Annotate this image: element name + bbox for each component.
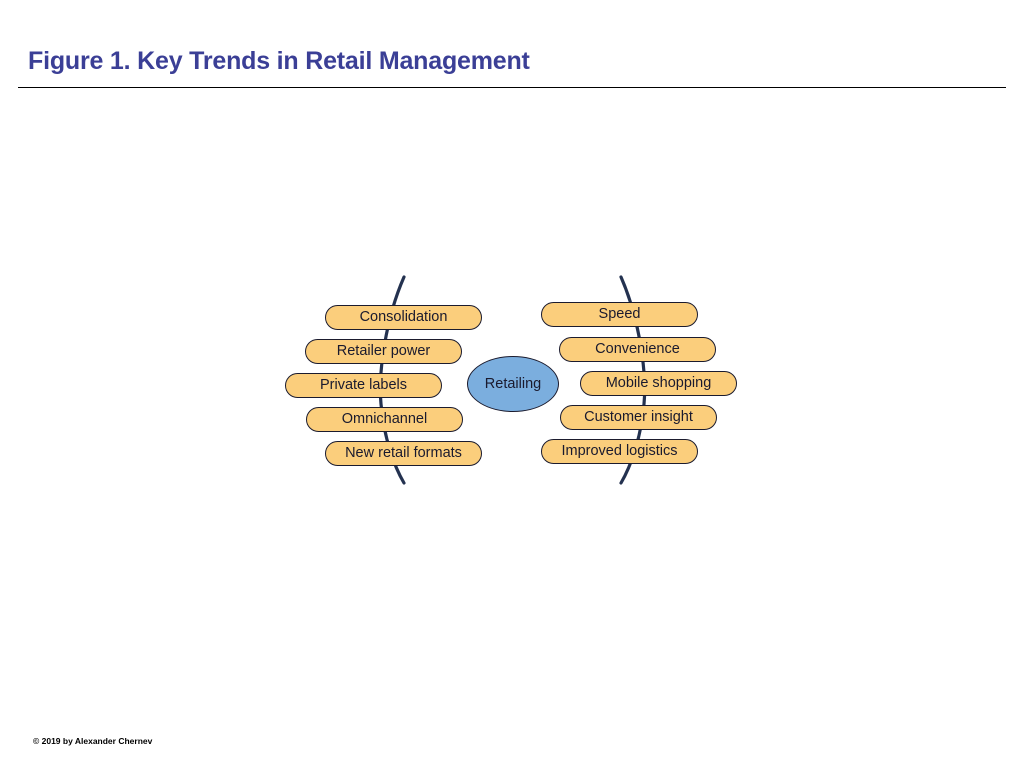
node-convenience[interactable]: Convenience [559, 337, 716, 362]
node-customer-insight[interactable]: Customer insight [560, 405, 717, 430]
node-consolidation[interactable]: Consolidation [325, 305, 482, 330]
node-label: Mobile shopping [605, 374, 712, 391]
node-retailer-power[interactable]: Retailer power [305, 339, 462, 364]
node-label: Speed [598, 305, 641, 322]
node-label: Improved logistics [561, 442, 678, 459]
node-label: Private labels [319, 376, 408, 393]
node-private-labels[interactable]: Private labels [285, 373, 442, 398]
node-speed[interactable]: Speed [541, 302, 698, 327]
node-improved-logistics[interactable]: Improved logistics [541, 439, 698, 464]
retail-trends-diagram: Retailing Consolidation Retailer power P… [0, 0, 1024, 768]
node-mobile-shopping[interactable]: Mobile shopping [580, 371, 737, 396]
node-omnichannel[interactable]: Omnichannel [306, 407, 463, 432]
node-label: Retailer power [336, 342, 431, 359]
copyright-notice: © 2019 by Alexander Chernev [33, 736, 153, 746]
node-label: Customer insight [584, 408, 693, 425]
node-label: Omnichannel [341, 410, 428, 427]
hub-node-label: Retailing [484, 375, 542, 392]
node-new-retail-formats[interactable]: New retail formats [325, 441, 482, 466]
hub-node-retailing[interactable]: Retailing [467, 356, 559, 412]
node-label: Convenience [595, 340, 680, 357]
node-label: New retail formats [345, 444, 462, 461]
node-label: Consolidation [359, 308, 448, 325]
